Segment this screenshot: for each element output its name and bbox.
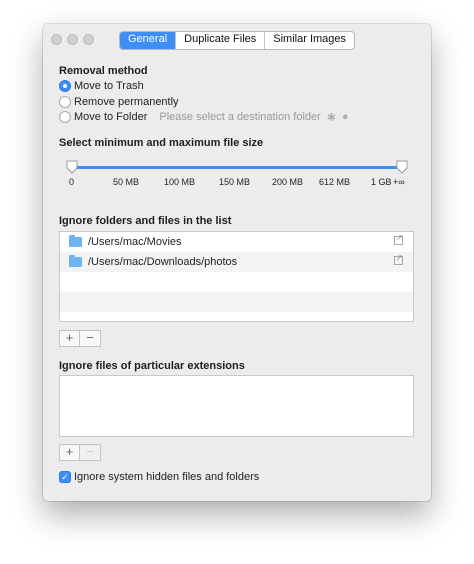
add-extension-button[interactable]: + (59, 444, 80, 461)
remove-extension-button[interactable]: − (80, 444, 101, 461)
size-tick: +∞ (393, 177, 405, 187)
ignore-hidden-files-checkbox[interactable]: ✓ Ignore system hidden files and folders (59, 471, 259, 483)
size-tick: 50 MB (113, 177, 140, 187)
folder-icon (69, 235, 82, 247)
empty-row (60, 272, 413, 292)
size-tick: 150 MB (219, 177, 251, 187)
file-size-title: Select minimum and maximum file size (59, 137, 264, 149)
list-item[interactable]: /Users/mac/Downloads/photos (60, 252, 413, 272)
title-bar: General Duplicate Files Similar Images (43, 24, 431, 54)
size-tick: 100 MB (164, 177, 196, 187)
add-folder-button[interactable]: + (59, 330, 80, 347)
size-tick: 1 GB (371, 177, 392, 187)
close-window-button[interactable] (51, 34, 62, 45)
ignore-extensions-title: Ignore files of particular extensions (59, 360, 245, 372)
removal-method-title: Removal method (59, 65, 148, 77)
remove-folder-button[interactable]: − (80, 330, 101, 347)
size-tick: 200 MB (272, 177, 304, 187)
gear-icon[interactable]: ✱ (327, 111, 336, 124)
radio-move-to-folder[interactable]: Move to Folder Please select a destinati… (59, 110, 349, 124)
size-slider-track[interactable] (73, 166, 403, 169)
tab-similar-images[interactable]: Similar Images (264, 32, 354, 49)
radio-move-to-trash[interactable]: Move to Trash (59, 79, 144, 93)
search-icon[interactable]: ● (342, 111, 349, 123)
radio-label: Move to Trash (74, 80, 144, 92)
list-item-path: /Users/mac/Downloads/photos (88, 256, 238, 268)
reveal-in-finder-icon[interactable] (394, 253, 403, 265)
max-size-knob[interactable] (396, 160, 408, 174)
zoom-window-button[interactable] (83, 34, 94, 45)
radio-label: Remove permanently (74, 96, 179, 108)
radio-icon[interactable] (59, 96, 71, 108)
size-tick: 0 (69, 177, 75, 187)
tab-general[interactable]: General (120, 32, 176, 49)
ignore-folders-title: Ignore folders and files in the list (59, 215, 232, 227)
radio-icon[interactable] (59, 111, 71, 123)
checkmark-icon[interactable]: ✓ (59, 471, 71, 483)
tab-duplicate-files[interactable]: Duplicate Files (175, 32, 264, 49)
ignored-extensions-list[interactable] (59, 375, 414, 437)
minimize-window-button[interactable] (67, 34, 78, 45)
min-size-knob[interactable] (66, 160, 78, 174)
radio-selected-icon[interactable] (59, 80, 71, 92)
checkbox-label: Ignore system hidden files and folders (74, 471, 260, 483)
radio-label: Move to Folder (74, 111, 148, 123)
destination-folder-placeholder[interactable]: Please select a destination folder (159, 111, 320, 123)
tab-bar: General Duplicate Files Similar Images (119, 31, 356, 50)
extension-list-controls: + − (59, 444, 101, 461)
list-item[interactable]: /Users/mac/Movies (60, 232, 413, 252)
preferences-window: General Duplicate Files Similar Images R… (43, 24, 431, 501)
size-tick: 612 MB (319, 177, 351, 187)
empty-row (60, 292, 413, 312)
radio-remove-permanently[interactable]: Remove permanently (59, 95, 179, 109)
reveal-in-finder-icon[interactable] (394, 233, 403, 245)
folder-icon (69, 255, 82, 267)
folder-list-controls: + − (59, 330, 101, 347)
list-item-path: /Users/mac/Movies (88, 236, 182, 248)
ignored-folders-list[interactable]: /Users/mac/Movies /Users/mac/Downloads/p… (59, 231, 414, 322)
